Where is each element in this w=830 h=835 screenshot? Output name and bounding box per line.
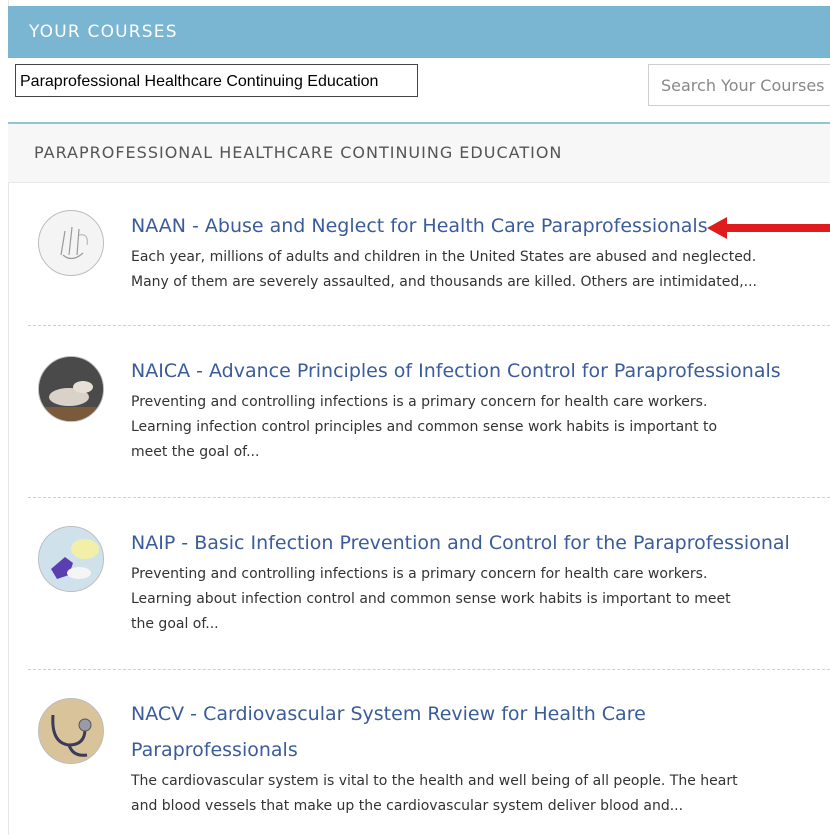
category-heading: PARAPROFESSIONAL HEALTHCARE CONTINUING E… <box>8 124 830 183</box>
panel-title: YOUR COURSES <box>29 22 178 42</box>
description-line: Many of them are severely assaulted, and… <box>131 274 758 290</box>
course-thumbnail-hands-icon <box>38 210 104 276</box>
description-line: the goal of... <box>131 616 219 632</box>
course-title-link[interactable]: NAAN - Abuse and Neglect for Health Care… <box>131 208 791 244</box>
course-thumbnail-stethoscope-icon <box>38 698 104 764</box>
course-description: Preventing and controlling infections is… <box>131 390 791 465</box>
course-description: Each year, millions of adults and childr… <box>131 245 791 295</box>
filter-row: Paraprofessional Healthcare Continuing E… <box>8 58 830 124</box>
course-thumbnail-gloves-icon <box>38 356 104 422</box>
course-title-line: NACV - Cardiovascular System Review for … <box>131 703 646 725</box>
course-title-link[interactable]: NAICA - Advance Principles of Infection … <box>131 353 791 389</box>
description-line: and blood vessels that make up the cardi… <box>131 798 684 814</box>
description-line: The cardiovascular system is vital to th… <box>131 773 738 789</box>
course-divider <box>28 669 830 670</box>
category-select-value: Paraprofessional Healthcare Continuing E… <box>20 73 379 90</box>
category-heading-text: PARAPROFESSIONAL HEALTHCARE CONTINUING E… <box>34 143 563 162</box>
course-thumbnail-glove-icon <box>38 526 104 592</box>
course-divider <box>28 325 830 326</box>
red-arrow-annotation <box>707 217 830 239</box>
description-line: Preventing and controlling infections is… <box>131 566 708 582</box>
panel-header: YOUR COURSES <box>8 6 830 58</box>
search-courses-input[interactable] <box>648 64 830 106</box>
course-divider <box>28 497 830 498</box>
description-line: meet the goal of... <box>131 444 260 460</box>
description-line: Learning infection control principles an… <box>131 419 718 435</box>
course-description: Preventing and controlling infections is… <box>131 562 791 637</box>
course-title-link[interactable]: NAIP - Basic Infection Prevention and Co… <box>131 525 791 561</box>
course-title-link[interactable]: NACV - Cardiovascular System Review for … <box>131 696 791 768</box>
course-title-line: Paraprofessionals <box>131 739 298 761</box>
description-line: Learning about infection control and com… <box>131 591 731 607</box>
course-description: The cardiovascular system is vital to th… <box>131 769 791 819</box>
category-select[interactable]: Paraprofessional Healthcare Continuing E… <box>15 64 418 97</box>
description-line: Preventing and controlling infections is… <box>131 394 708 410</box>
description-line: Each year, millions of adults and childr… <box>131 249 757 265</box>
